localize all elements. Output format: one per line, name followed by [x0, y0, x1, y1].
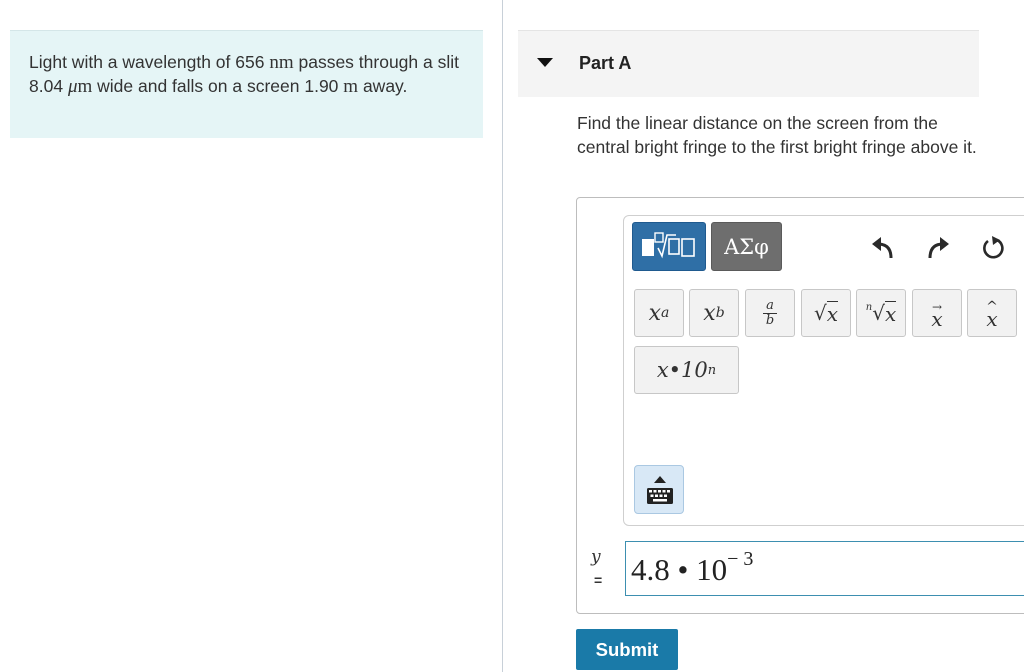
problem-text-mid2: wide and falls on a screen 1.90: [97, 75, 339, 96]
redo-icon[interactable]: [925, 232, 951, 262]
unit-vector-button[interactable]: ^ x: [967, 289, 1017, 337]
equals-sign: =: [594, 572, 603, 588]
question-text: Find the linear distance on the screen f…: [577, 113, 977, 157]
undo-icon[interactable]: [870, 232, 896, 262]
answer-exponent: − 3: [727, 548, 754, 570]
radical-icon: √: [813, 301, 827, 325]
vector-button[interactable]: → x: [912, 289, 962, 337]
answer-variable: y: [591, 547, 601, 567]
problem-text-intro: Light with a wavelength of 656: [29, 52, 265, 72]
column-divider: [502, 0, 503, 672]
submit-button[interactable]: Submit: [576, 629, 678, 670]
unit-meter: m: [77, 75, 93, 97]
square-root-button[interactable]: √ x: [801, 289, 851, 337]
reset-icon[interactable]: [980, 232, 1006, 262]
nth-root-button[interactable]: n √ x: [856, 289, 906, 337]
problem-statement: Light with a wavelength of 656 nm passes…: [10, 30, 483, 138]
superscript-button[interactable]: xa: [634, 289, 684, 337]
greek-symbols-tab[interactable]: ΑΣφ: [711, 222, 782, 271]
problem-text-end: away.: [362, 75, 408, 96]
templates-tab[interactable]: [632, 222, 706, 271]
answer-mantissa: 4.8 • 10: [631, 552, 728, 587]
unit-meter-2: m: [343, 75, 359, 97]
scientific-notation-button[interactable]: x•10 n: [634, 346, 739, 394]
templates-icon: [642, 231, 695, 258]
part-a-header[interactable]: Part A: [518, 30, 979, 97]
collapse-caret-icon[interactable]: [537, 58, 553, 67]
subscript-button[interactable]: xb: [689, 289, 739, 337]
answer-input[interactable]: 4.8 • 10− 3: [625, 541, 1024, 596]
part-title: Part A: [579, 53, 632, 73]
unit-nanometers: nm: [269, 52, 294, 73]
keyboard-icon: [647, 476, 673, 504]
keyboard-toggle-button[interactable]: [634, 465, 684, 514]
fraction-button[interactable]: a b: [745, 289, 795, 337]
radical-icon: √: [872, 301, 885, 325]
